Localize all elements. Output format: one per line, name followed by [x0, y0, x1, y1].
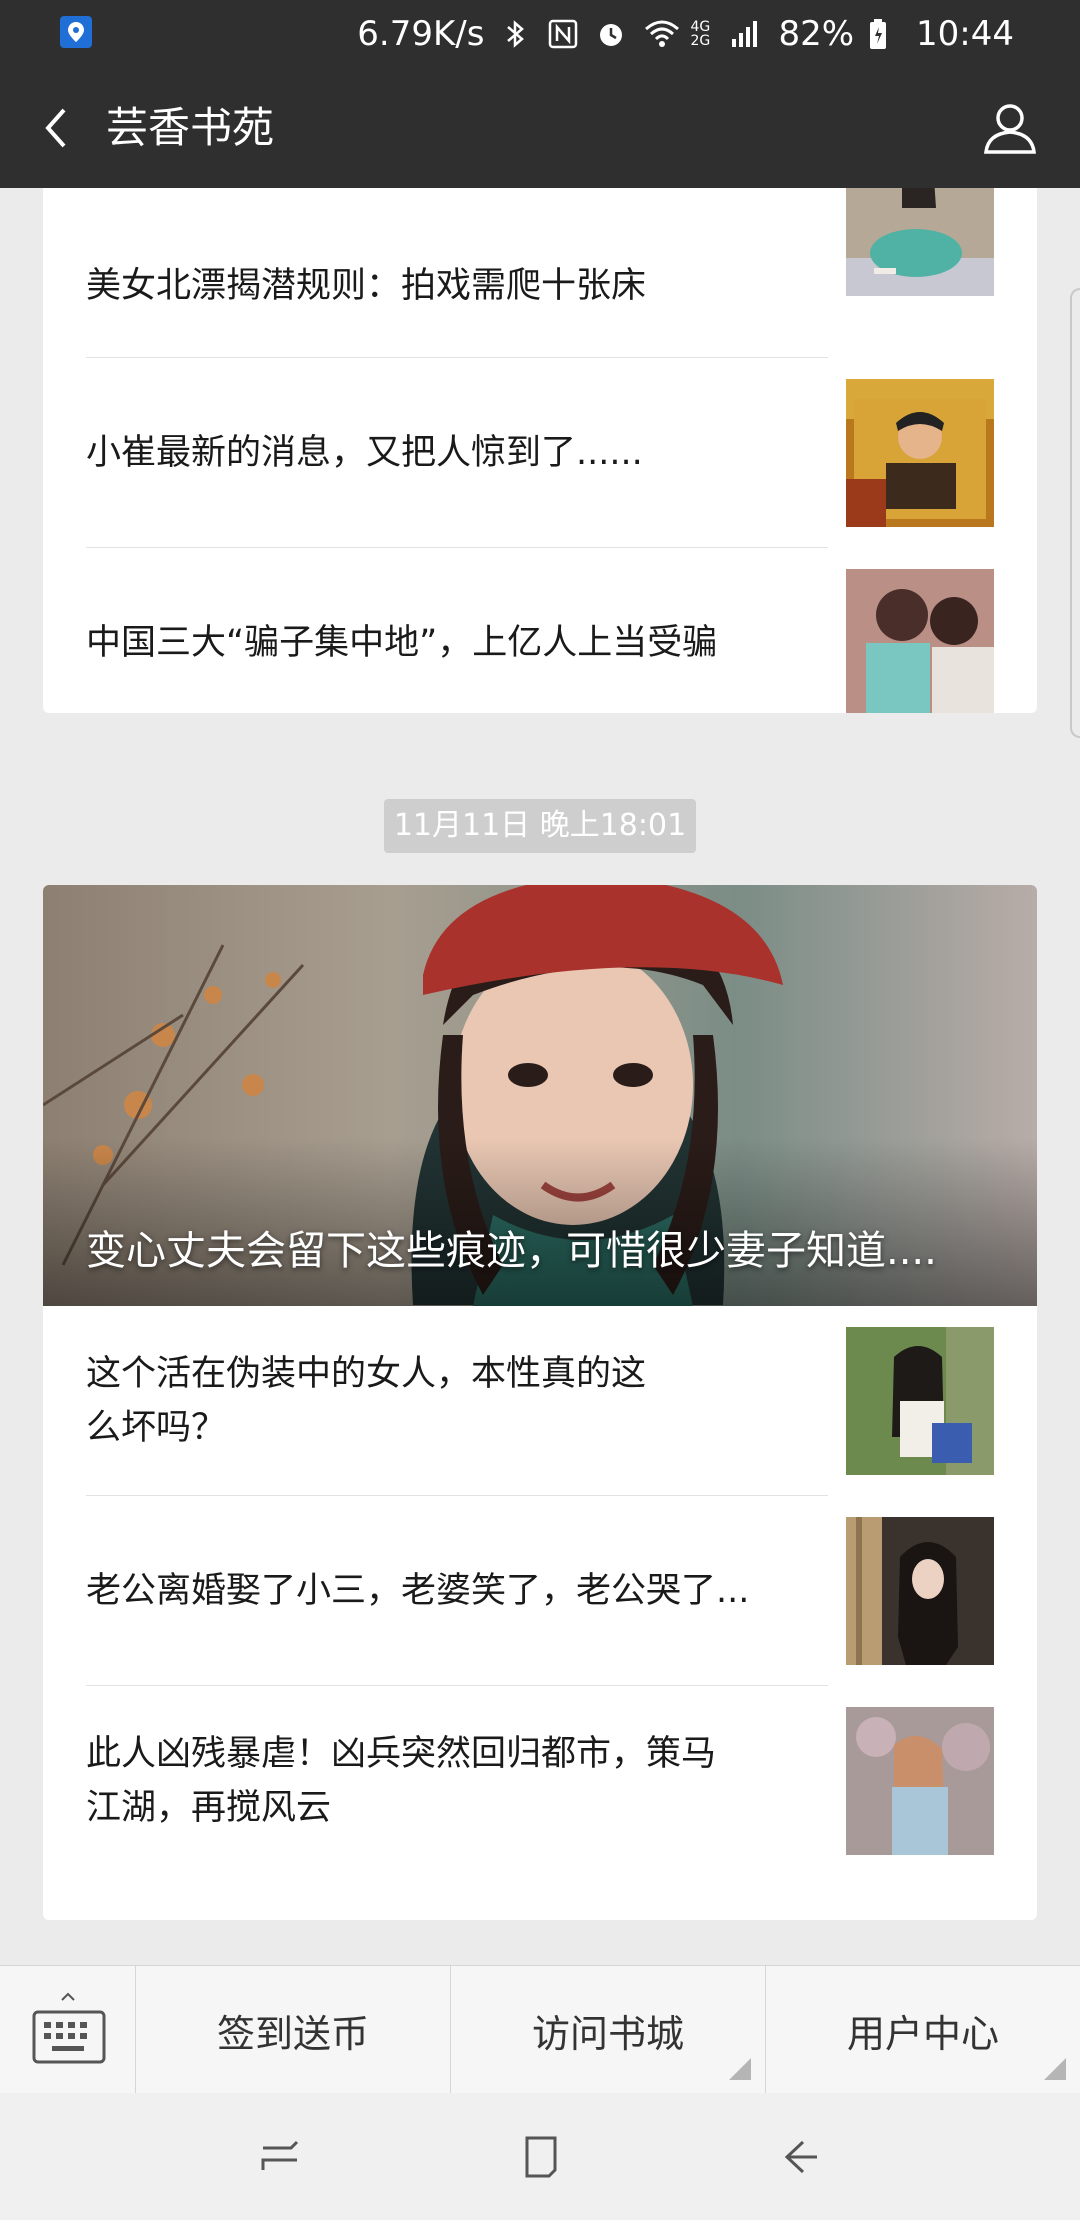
article-thumbnail	[846, 569, 994, 713]
page-title: 芸香书苑	[106, 103, 275, 152]
submenu-indicator-icon	[729, 2058, 751, 2080]
location-notification	[60, 16, 92, 48]
scroll-indicator	[1070, 288, 1080, 738]
keyboard-icon	[32, 1992, 106, 2064]
home-button[interactable]	[505, 2122, 575, 2192]
network-speed: 6.79K/s	[357, 14, 485, 54]
status-bar: 6.79K/s 4G 2G 82% 10:44	[0, 0, 1080, 68]
featured-article[interactable]: 变心丈夫会留下这些痕迹，可惜很少妻子知道....	[43, 885, 1037, 1306]
article-thumbnail	[846, 188, 994, 296]
location-icon	[60, 16, 92, 48]
back-button[interactable]	[28, 96, 92, 160]
back-nav-icon	[784, 2140, 817, 2173]
wifi-icon	[642, 17, 680, 51]
message-feed[interactable]: 美女北漂揭潜规则：拍戏需爬十张床 小崔最新的消息，又把人惊到了...... 中国…	[0, 188, 1080, 1965]
article-row[interactable]: 老公离婚娶了小三，老婆笑了，老公哭了...	[43, 1496, 1037, 1686]
article-title: 中国三大“骗子集中地”，上亿人上当受骗	[86, 623, 718, 663]
network-type: 4G 2G	[690, 19, 711, 49]
battery-icon	[868, 17, 902, 51]
article-thumbnail	[846, 1517, 994, 1665]
menu-user-center[interactable]: 用户中心	[766, 1966, 1080, 2094]
article-card: 美女北漂揭潜规则：拍戏需爬十张床 小崔最新的消息，又把人惊到了...... 中国…	[43, 188, 1037, 713]
submenu-indicator-icon	[1044, 2058, 1066, 2080]
article-title: 这个活在伪装中的女人，本性真的这么坏吗？	[86, 1354, 647, 1448]
article-thumbnail	[846, 1327, 994, 1475]
alarm-icon	[594, 17, 628, 51]
keyboard-toggle-button[interactable]	[0, 1966, 136, 2094]
clock-time: 10:44	[916, 14, 1014, 54]
article-row[interactable]: 这个活在伪装中的女人，本性真的这么坏吗？	[43, 1306, 1037, 1496]
timestamp-badge: 11月11日 晚上18:01	[384, 799, 696, 853]
profile-button[interactable]	[980, 98, 1040, 158]
system-nav-bar	[0, 2093, 1080, 2220]
article-thumbnail	[846, 1707, 994, 1855]
menu-checkin-coins[interactable]: 签到送币	[136, 1966, 451, 2094]
battery-percent: 82%	[778, 14, 855, 54]
bluetooth-icon	[498, 17, 532, 51]
article-thumbnail	[846, 379, 994, 527]
nfc-icon	[546, 17, 580, 51]
bottom-menu-bar: 签到送币 访问书城 用户中心	[0, 1965, 1080, 2094]
article-title: 老公离婚娶了小三，老婆笑了，老公哭了...	[86, 1571, 750, 1611]
user-icon	[984, 104, 1036, 154]
menu-label: 签到送币	[216, 2011, 369, 2056]
back-arrow-icon	[45, 108, 66, 148]
article-title: 小崔最新的消息，又把人惊到了......	[86, 433, 643, 473]
signal-icon	[730, 17, 764, 51]
home-icon	[525, 2136, 557, 2177]
article-row[interactable]: 美女北漂揭潜规则：拍戏需爬十张床	[43, 188, 1037, 358]
featured-article-title: 变心丈夫会留下这些痕迹，可惜很少妻子知道....	[86, 1228, 937, 1274]
recent-apps-icon	[261, 2140, 299, 2170]
article-row[interactable]: 中国三大“骗子集中地”，上亿人上当受骗	[43, 548, 1037, 713]
article-row[interactable]: 此人凶残暴虐！凶兵突然回归都市，策马江湖，再搅风云	[43, 1686, 1037, 1876]
menu-visit-bookstore[interactable]: 访问书城	[451, 1966, 766, 2094]
menu-label: 用户中心	[846, 2011, 999, 2056]
article-title: 此人凶残暴虐！凶兵突然回归都市，策马江湖，再搅风云	[86, 1734, 717, 1828]
app-header: 芸香书苑	[0, 68, 1080, 188]
status-indicators: 6.79K/s 4G 2G 82% 10:44	[357, 0, 1014, 68]
recent-apps-button[interactable]	[245, 2122, 315, 2192]
article-card: 变心丈夫会留下这些痕迹，可惜很少妻子知道.... 这个活在伪装中的女人，本性真的…	[43, 885, 1037, 1920]
menu-label: 访问书城	[531, 2011, 684, 2056]
article-title: 美女北漂揭潜规则：拍戏需爬十张床	[86, 265, 647, 306]
article-row[interactable]: 小崔最新的消息，又把人惊到了......	[43, 358, 1037, 548]
back-nav-button[interactable]	[765, 2122, 835, 2192]
